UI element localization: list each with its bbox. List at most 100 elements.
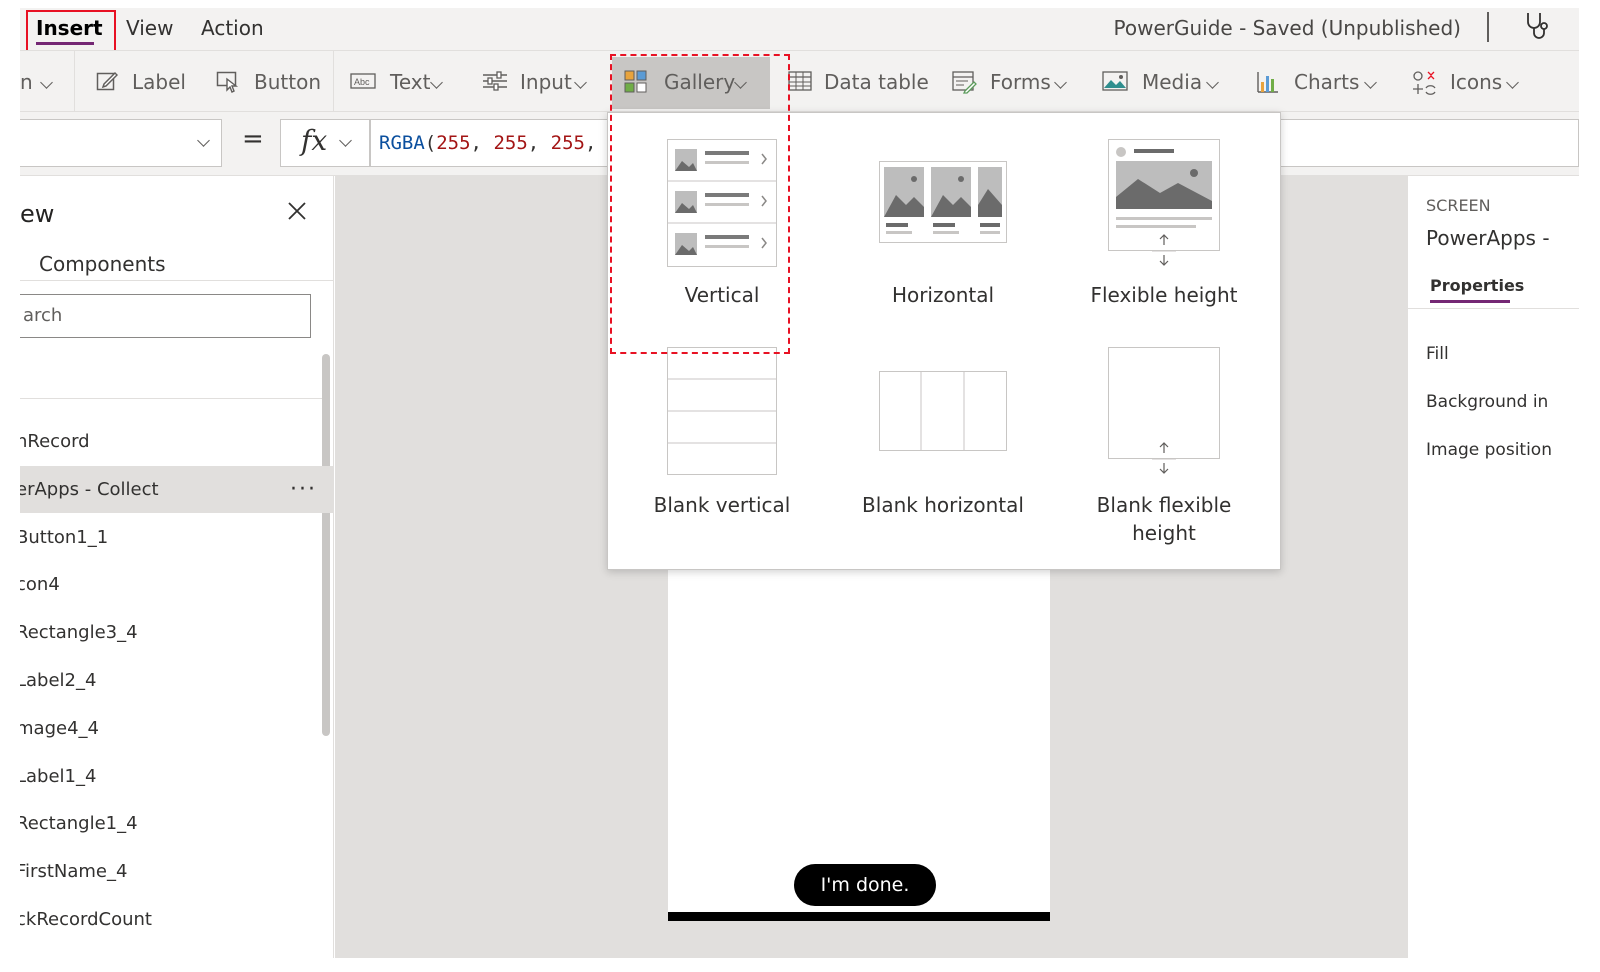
gallery-option-horizontal[interactable]: Horizontal	[843, 123, 1043, 323]
prop-image-position[interactable]: Image position	[1426, 440, 1552, 460]
app-title: PowerGuide - Saved (Unpublished)	[1113, 16, 1461, 40]
charts-bar-icon	[1257, 72, 1278, 93]
charts-dropdown[interactable]: Charts	[1256, 67, 1380, 97]
text-dropdown[interactable]: Abc Text	[350, 67, 450, 97]
tree-item-label: Rectangle1_4	[20, 813, 138, 835]
app-checker-stethoscope-icon[interactable]	[1520, 10, 1552, 42]
tab-components[interactable]: Components	[39, 252, 166, 276]
gallery-option-blank-vertical[interactable]: Blank vertical	[622, 343, 822, 543]
tree-item-label: FirstName_4	[20, 861, 128, 883]
tree-item-label: ckRecordCount	[20, 909, 152, 930]
ribbon-divider	[74, 51, 75, 111]
tree-item[interactable]: FirstName_4	[20, 848, 334, 895]
divider	[20, 398, 324, 399]
tab-view[interactable]: View	[126, 14, 173, 42]
property-select[interactable]	[20, 119, 222, 167]
media-image-icon	[1102, 71, 1128, 91]
gallery-option-blank-flexible-height[interactable]: Blank flexible height	[1064, 343, 1264, 545]
tree-item[interactable]: Label2_4	[20, 657, 334, 704]
tree-item[interactable]: Button1_1	[20, 514, 334, 561]
forms-dropdown[interactable]: Forms	[952, 67, 1072, 97]
tree-item[interactable]: ckRecordCount	[20, 896, 334, 943]
active-tab-indicator	[1430, 300, 1510, 303]
forms-dropdown-label: Forms	[990, 70, 1051, 94]
flexible-height-gallery-icon	[1108, 139, 1220, 266]
formula-arg: 255	[493, 132, 528, 154]
prop-background-image[interactable]: Background in	[1426, 392, 1548, 412]
tree-item[interactable]: mage4_4	[20, 705, 334, 752]
tab-properties[interactable]: Properties	[1430, 276, 1524, 295]
close-icon[interactable]	[286, 200, 308, 222]
chevron-down-icon	[339, 134, 352, 147]
search-input[interactable]: arch	[20, 294, 311, 338]
blank-vertical-gallery-icon	[667, 347, 777, 475]
bottom-bar	[668, 912, 1050, 921]
tree-item-label: hRecord	[20, 431, 90, 452]
chevron-down-icon	[1506, 76, 1519, 89]
tree-item[interactable]: Rectangle1_4	[20, 800, 334, 847]
tree-item[interactable]: Rectangle3_4	[20, 609, 334, 656]
gallery-option-blank-horizontal[interactable]: Blank horizontal	[843, 343, 1043, 543]
gallery-option-label: Blank flexible height	[1096, 493, 1232, 545]
formula-function: RGBA	[379, 132, 425, 154]
gallery-option-flexible-height[interactable]: Flexible height	[1064, 123, 1264, 323]
tree-view-title: ew	[20, 200, 55, 228]
button-button-text: Button	[254, 70, 321, 94]
insert-ribbon: n Label Button Abc Text Input Gallery Da…	[20, 50, 1579, 112]
data-table-icon	[788, 71, 812, 91]
tree-item-label: Label2_4	[20, 670, 97, 691]
more-options-icon[interactable]: ···	[290, 466, 317, 513]
data-table-button[interactable]: Data table	[788, 67, 929, 97]
blank-horizontal-gallery-icon	[879, 371, 1007, 451]
tree-item-label: Button1_1	[20, 526, 109, 548]
icons-dropdown-label: Icons	[1450, 70, 1503, 94]
tree-view-panel: ew Components arch hRecord erApps - Colle…	[20, 176, 334, 958]
fx-button[interactable]: fx	[280, 119, 370, 167]
icons-icon	[1413, 71, 1436, 95]
tree-item[interactable]: con4	[20, 561, 334, 608]
chevron-down-icon	[430, 76, 443, 89]
media-dropdown-label: Media	[1142, 70, 1203, 94]
input-sliders-icon	[483, 71, 507, 91]
chevron-down-icon	[1364, 76, 1377, 89]
label-button-text: Label	[132, 70, 186, 94]
tree-item[interactable]: Label1_4	[20, 753, 334, 800]
divider	[1408, 308, 1579, 309]
text-dropdown-label: Text	[390, 70, 431, 94]
selection-name: PowerApps -	[1426, 226, 1550, 250]
tree-item-label: con4	[20, 574, 60, 596]
new-screen-button[interactable]: n	[20, 67, 60, 97]
tree-item[interactable]: erApps - Collect ···	[20, 465, 334, 513]
formula-arg: 255	[436, 132, 471, 154]
gallery-option-label: Flexible height	[1090, 283, 1238, 307]
gallery-vertical-highlight	[610, 54, 790, 354]
label-button[interactable]: Label	[96, 67, 186, 97]
media-dropdown[interactable]: Media	[1102, 67, 1222, 97]
chevron-down-icon	[1206, 76, 1219, 89]
tree-item-label: Label1_4	[20, 765, 97, 787]
menu-bar: Insert View Action PowerGuide - Saved (U…	[20, 8, 1579, 50]
blank-flexible-height-gallery-icon	[1108, 347, 1220, 474]
chevron-down-icon	[574, 76, 587, 89]
gallery-option-label: Blank vertical	[653, 493, 791, 517]
label-edit-icon	[96, 71, 118, 91]
prop-fill[interactable]: Fill	[1426, 344, 1449, 364]
icons-dropdown[interactable]: Icons	[1412, 67, 1532, 97]
selection-kind: SCREEN	[1426, 196, 1491, 215]
fx-icon: fx	[301, 124, 328, 157]
title-divider	[1487, 12, 1489, 42]
input-dropdown[interactable]: Input	[482, 67, 594, 97]
equals-sign: =	[242, 124, 264, 154]
tree-item-label: erApps - Collect	[20, 478, 159, 500]
formula-arg: 255	[550, 132, 585, 154]
properties-panel: SCREEN PowerApps - Properties Fill Backg…	[1407, 176, 1579, 958]
chevron-down-icon	[40, 76, 53, 89]
tree-item[interactable]: hRecord	[20, 418, 334, 465]
forms-icon	[952, 71, 977, 94]
tree-item-label: mage4_4	[20, 717, 99, 739]
powerapps-studio: Insert View Action PowerGuide - Saved (U…	[20, 8, 1579, 958]
done-button[interactable]: I'm done.	[794, 864, 936, 906]
svg-text:Abc: Abc	[354, 77, 370, 87]
button-button[interactable]: Button	[216, 67, 326, 97]
tab-action[interactable]: Action	[201, 14, 264, 42]
